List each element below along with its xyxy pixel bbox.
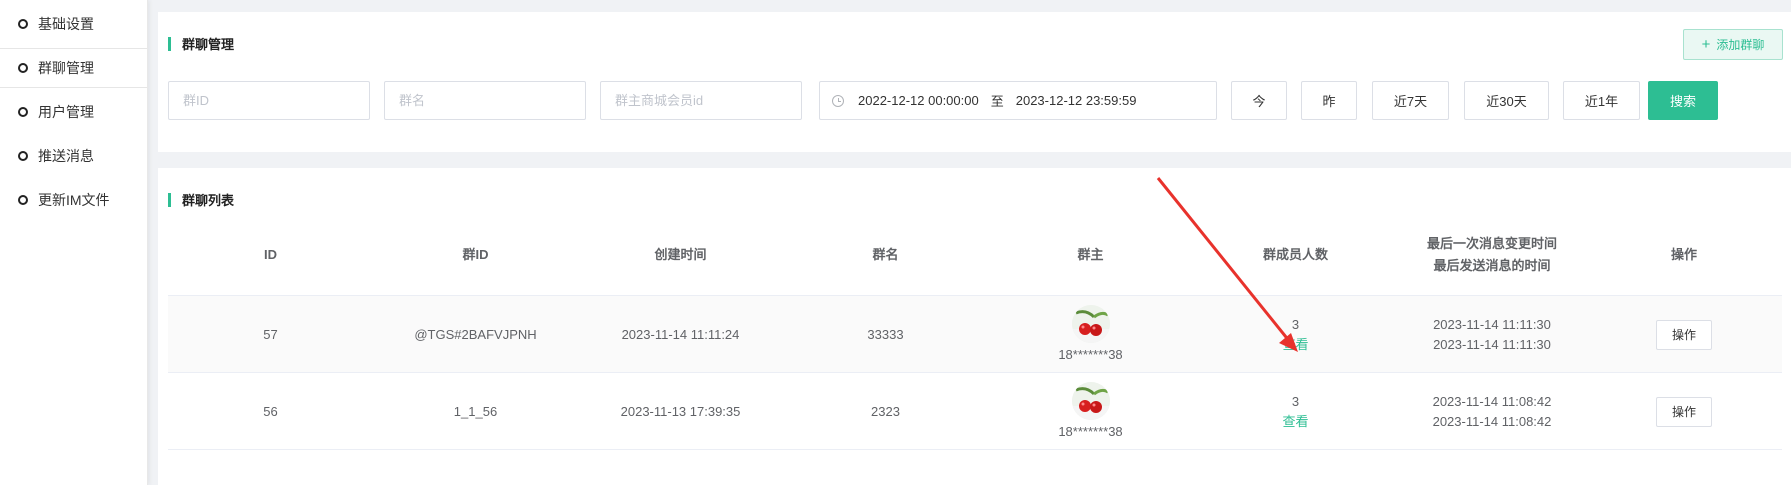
last-send-time: 2023-11-14 11:08:42 — [1432, 413, 1552, 429]
cell-id: 57 — [263, 326, 278, 342]
search-panel: 群聊管理 + 添加群聊 2022-12-12 00:00:00 至 2023-1… — [158, 12, 1791, 152]
date-start: 2022-12-12 00:00:00 — [858, 93, 979, 108]
col-header-created: 创建时间 — [654, 246, 707, 262]
col-header-op: 操作 — [1670, 246, 1697, 262]
col-header-members: 群成员人数 — [1262, 246, 1328, 262]
circle-icon — [18, 151, 28, 161]
view-members-link[interactable]: 查看 — [1282, 335, 1308, 355]
title-accent-bar — [168, 192, 171, 207]
sidebar-item-push[interactable]: 推送消息 — [0, 136, 147, 176]
section-title: 群聊列表 — [168, 190, 234, 209]
row-action-button[interactable]: 操作 — [1656, 396, 1712, 427]
sidebar-item-label: 更新IM文件 — [38, 192, 110, 208]
table-row: 56 1_1_56 2023-11-13 17:39:35 2323 18***… — [168, 373, 1782, 450]
cell-last-times: 2023-11-14 11:08:42 2023-11-14 11:08:42 — [1398, 373, 1586, 450]
sidebar-item-group-chat[interactable]: 群聊管理 — [0, 48, 147, 88]
last-send-time: 2023-11-14 11:11:30 — [1433, 336, 1551, 352]
group-name-input[interactable] — [384, 81, 586, 120]
plus-icon: + — [1701, 36, 1711, 53]
cell-owner: 18*******38 — [988, 373, 1193, 450]
owner-phone: 18*******38 — [1058, 423, 1123, 439]
date-range-picker[interactable]: 2022-12-12 00:00:00 至 2023-12-12 23:59:5… — [819, 81, 1217, 120]
cell-members: 3 查看 — [1193, 373, 1398, 450]
circle-icon — [18, 63, 28, 73]
avatar — [1071, 381, 1110, 420]
app-window: 基础设置 群聊管理 用户管理 推送消息 更新IM文件 群聊管理 + 添加群聊 群… — [0, 0, 1791, 485]
last-30-days-button[interactable]: 近30天 — [1464, 81, 1549, 120]
sidebar: 基础设置 群聊管理 用户管理 推送消息 更新IM文件 — [0, 0, 148, 485]
circle-icon — [18, 107, 28, 117]
cell-created: 2023-11-13 17:39:35 — [620, 403, 741, 419]
sidebar-item-users[interactable]: 用户管理 — [0, 92, 147, 132]
cell-last-times: 2023-11-14 11:11:30 2023-11-14 11:11:30 — [1398, 296, 1586, 373]
last-7-days-button[interactable]: 近7天 — [1372, 81, 1449, 120]
last-1-year-button[interactable]: 近1年 — [1563, 81, 1640, 120]
row-action-button[interactable]: 操作 — [1656, 319, 1712, 350]
last-change-time: 2023-11-14 11:11:30 — [1433, 316, 1551, 332]
cell-name: 2323 — [871, 403, 900, 419]
table-header: ID 群ID 创建时间 群名 群主 群成员人数 最后一次消息变更时间 最后发送消… — [168, 213, 1782, 296]
cell-id: 56 — [263, 403, 278, 419]
add-group-label: 添加群聊 — [1716, 38, 1765, 52]
date-end: 2023-12-12 23:59:59 — [1015, 93, 1137, 108]
circle-icon — [18, 195, 28, 205]
search-button[interactable]: 搜索 — [1648, 81, 1718, 120]
circle-icon — [18, 19, 28, 29]
member-count: 3 — [1291, 393, 1300, 409]
section-title: 群聊管理 — [168, 34, 234, 53]
last-change-time: 2023-11-14 11:08:42 — [1432, 393, 1552, 409]
sidebar-item-label: 用户管理 — [38, 104, 94, 120]
title-accent-bar — [168, 36, 171, 51]
clock-icon — [832, 94, 844, 107]
group-id-input[interactable] — [168, 81, 370, 120]
col-header-owner: 群主 — [1077, 246, 1104, 262]
sidebar-item-basic-settings[interactable]: 基础设置 — [0, 4, 147, 44]
date-separator: 至 — [990, 94, 1004, 109]
list-panel-title: 群聊列表 — [182, 193, 235, 208]
header-last-send: 最后发送消息的时间 — [1433, 257, 1551, 273]
header-last-change: 最后一次消息变更时间 — [1426, 235, 1557, 251]
cell-owner: 18*******38 — [988, 296, 1193, 373]
cell-group-id: 1_1_56 — [453, 403, 498, 419]
sidebar-item-update-im[interactable]: 更新IM文件 — [0, 180, 147, 220]
add-group-button[interactable]: + 添加群聊 — [1683, 29, 1783, 60]
col-header-group-id: 群ID — [462, 246, 489, 262]
col-header-name: 群名 — [872, 246, 899, 262]
member-count: 3 — [1291, 316, 1300, 332]
view-members-link[interactable]: 查看 — [1282, 412, 1308, 432]
table-row: 57 @TGS#2BAFVJPNH 2023-11-14 11:11:24 33… — [168, 296, 1782, 373]
owner-phone: 18*******38 — [1058, 346, 1123, 362]
sidebar-item-label: 推送消息 — [38, 148, 94, 164]
cell-op: 操作 — [1586, 373, 1782, 450]
cell-members: 3 查看 — [1193, 296, 1398, 373]
sidebar-item-label: 群聊管理 — [38, 60, 94, 76]
search-panel-title: 群聊管理 — [182, 37, 235, 52]
group-table: ID 群ID 创建时间 群名 群主 群成员人数 最后一次消息变更时间 最后发送消… — [168, 213, 1782, 450]
cell-name: 33333 — [867, 326, 904, 342]
sidebar-item-label: 基础设置 — [38, 16, 94, 32]
col-header-id: ID — [264, 246, 277, 262]
list-panel: 群聊列表 ID 群ID 创建时间 群名 群主 群成员人数 最后一次消息变更时间 … — [158, 168, 1791, 485]
cell-group-id: @TGS#2BAFVJPNH — [414, 326, 537, 342]
owner-member-id-input[interactable] — [600, 81, 802, 120]
today-button[interactable]: 今 — [1231, 81, 1287, 120]
avatar — [1071, 304, 1110, 343]
cell-created: 2023-11-14 11:11:24 — [621, 326, 740, 342]
cell-op: 操作 — [1586, 296, 1782, 373]
col-header-last-times: 最后一次消息变更时间 最后发送消息的时间 — [1398, 213, 1586, 296]
yesterday-button[interactable]: 昨 — [1301, 81, 1357, 120]
